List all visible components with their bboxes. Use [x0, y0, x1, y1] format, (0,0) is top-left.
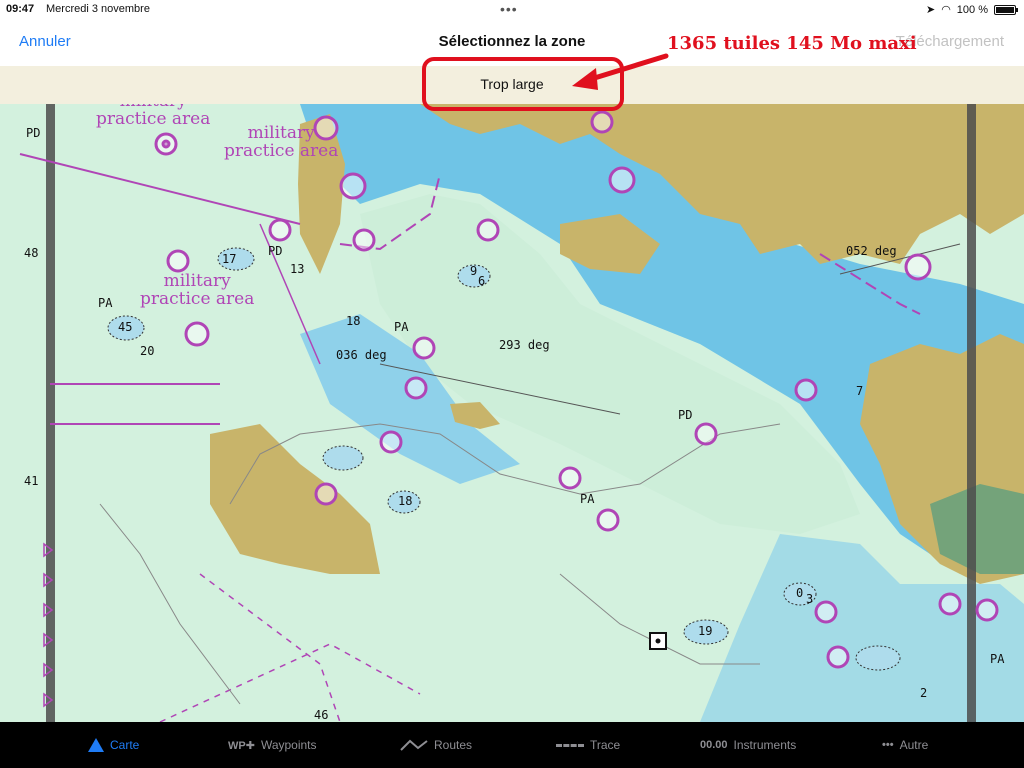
- tab-label: Trace: [590, 738, 621, 752]
- sounding-label: 41: [24, 474, 39, 488]
- military-zone-label: military practice area: [140, 272, 254, 308]
- battery-icon: [994, 4, 1018, 15]
- status-date: Mercredi 3 novembre: [46, 3, 150, 15]
- sounding-label: 18: [398, 494, 413, 508]
- military-zone-label: military practice area: [96, 104, 210, 128]
- annotation-arrow-icon: [572, 53, 669, 90]
- tab-chart[interactable]: Carte: [88, 738, 139, 752]
- battery-percent: 100 %: [956, 3, 988, 16]
- instruments-icon: 00.00: [700, 739, 728, 751]
- chart-canvas[interactable]: [0, 104, 1024, 722]
- track-icon: [556, 743, 584, 747]
- route-icon: [400, 739, 428, 751]
- sounding-label: 19: [698, 624, 713, 638]
- location-icon: ➤: [925, 4, 936, 16]
- sounding-label: 20: [140, 344, 155, 358]
- zone-line-2: practice area: [140, 289, 255, 309]
- status-bar: 09:47 Mercredi 3 novembre ••• ➤ ◠ 100 %: [0, 0, 1024, 20]
- sounding-label: 0: [796, 586, 804, 600]
- tab-label: Carte: [110, 738, 140, 752]
- mark-label: PD: [678, 408, 693, 422]
- tab-label: Waypoints: [260, 738, 317, 752]
- status-time: 09:47: [6, 3, 35, 15]
- tab-label: Instruments: [733, 738, 797, 752]
- bearing-label: 036 deg: [336, 348, 387, 362]
- chart-icon: [88, 738, 104, 752]
- tab-instruments[interactable]: 00.00 Instruments: [700, 738, 796, 752]
- sounding-label: 9: [470, 264, 478, 278]
- mark-label: PA: [394, 320, 409, 334]
- bearing-label: 293 deg: [499, 338, 550, 352]
- bearing-label: 052 deg: [846, 244, 897, 258]
- sounding-label: 3: [806, 592, 814, 606]
- tab-bar: Carte WP✚ Waypoints Routes Trace 00.00 I…: [0, 722, 1024, 768]
- tab-more[interactable]: ••• Autre: [882, 738, 928, 752]
- sounding-label: 13: [290, 262, 305, 276]
- mark-label: PD: [268, 244, 283, 258]
- wifi-icon: ◠: [941, 4, 951, 16]
- mark-label: PA: [580, 492, 595, 506]
- tab-waypoints[interactable]: WP✚ Waypoints: [228, 738, 317, 752]
- more-icon: •••: [882, 739, 894, 751]
- nautical-chart-map[interactable]: military practice area military practice…: [0, 104, 1024, 722]
- waypoint-icon: WP✚: [228, 739, 255, 752]
- tab-label: Autre: [899, 738, 929, 752]
- mark-label: PA: [990, 652, 1005, 666]
- sounding-label: 48: [24, 246, 39, 260]
- sounding-label: 17: [222, 252, 237, 266]
- sounding-label: 2: [920, 686, 928, 700]
- zone-line-2: practice area: [96, 109, 211, 129]
- sounding-label: 7: [856, 384, 864, 398]
- tab-label: Routes: [434, 738, 473, 752]
- status-indicators: ➤ ◠ 100 %: [925, 3, 1018, 16]
- mark-label: PA: [98, 296, 113, 310]
- tab-track[interactable]: Trace: [556, 738, 620, 752]
- sounding-label: 46: [314, 708, 329, 722]
- sounding-label: 18: [346, 314, 361, 328]
- sounding-label: 6: [478, 274, 486, 288]
- multitasking-dots-icon[interactable]: •••: [500, 1, 518, 17]
- zone-line-1: military: [163, 271, 231, 291]
- annotation-text: 1365 tuiles 145 Mo maxi: [667, 33, 917, 54]
- mark-label: PD: [26, 126, 41, 140]
- tab-routes[interactable]: Routes: [400, 738, 472, 752]
- sounding-label: 45: [118, 320, 133, 334]
- zone-line-2: practice area: [224, 141, 339, 161]
- zone-line-1: military: [247, 123, 315, 143]
- military-zone-label: military practice area: [224, 124, 338, 160]
